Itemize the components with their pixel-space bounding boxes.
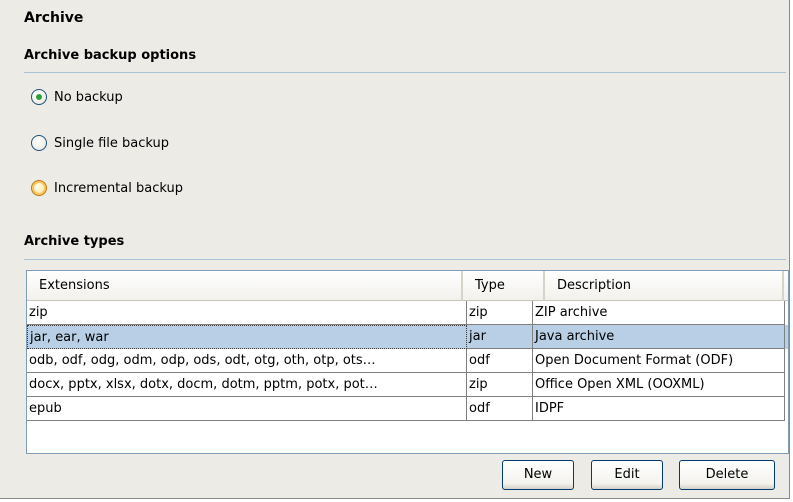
- radio-button-icon[interactable]: [31, 135, 47, 151]
- cell-description[interactable]: Java archive: [533, 325, 785, 349]
- table-row[interactable]: epub odf IDPF: [27, 397, 788, 421]
- cell-extensions[interactable]: odb, odf, odg, odm, odp, ods, odt, otg, …: [27, 349, 467, 373]
- backup-options-heading: Archive backup options: [24, 48, 197, 63]
- radio-incremental-backup[interactable]: Incremental backup: [31, 178, 183, 198]
- cell-type[interactable]: zip: [467, 301, 533, 325]
- cell-type[interactable]: odf: [467, 397, 533, 421]
- radio-no-backup[interactable]: No backup: [31, 87, 123, 107]
- column-header-description[interactable]: Description: [545, 271, 784, 301]
- panel-title: Archive: [24, 10, 84, 26]
- cell-type[interactable]: zip: [467, 373, 533, 397]
- cell-extensions[interactable]: jar, ear, war: [27, 325, 467, 349]
- table-row[interactable]: odb, odf, odg, odm, odp, ods, odt, otg, …: [27, 349, 788, 373]
- cell-description[interactable]: Office Open XML (OOXML): [533, 373, 785, 397]
- new-button[interactable]: New: [502, 460, 574, 490]
- column-header-extensions[interactable]: Extensions: [27, 271, 463, 301]
- radio-button-checked-icon[interactable]: [31, 89, 47, 105]
- delete-button[interactable]: Delete: [679, 460, 775, 490]
- table-row[interactable]: docx, pptx, xlsx, dotx, docm, dotm, pptm…: [27, 373, 788, 397]
- cell-extensions[interactable]: docx, pptx, xlsx, dotx, docm, dotm, pptm…: [27, 373, 467, 397]
- radio-single-file-backup-label: Single file backup: [54, 135, 170, 151]
- radio-button-hover-icon[interactable]: [31, 180, 47, 196]
- archive-types-table[interactable]: Extensions Type Description zip zip ZIP …: [26, 270, 789, 454]
- cell-type[interactable]: odf: [467, 349, 533, 373]
- backup-options-divider: [24, 72, 786, 73]
- column-header-type[interactable]: Type: [463, 271, 545, 301]
- cell-description[interactable]: IDPF: [533, 397, 785, 421]
- cell-extensions[interactable]: zip: [27, 301, 467, 325]
- archive-types-divider: [24, 259, 786, 260]
- radio-single-file-backup[interactable]: Single file backup: [31, 133, 169, 153]
- cell-type[interactable]: jar: [467, 325, 533, 349]
- edit-button[interactable]: Edit: [591, 460, 663, 490]
- table-row[interactable]: zip zip ZIP archive: [27, 301, 788, 325]
- radio-incremental-backup-label: Incremental backup: [54, 180, 183, 196]
- cell-description[interactable]: Open Document Format (ODF): [533, 349, 785, 373]
- table-header: Extensions Type Description: [27, 271, 788, 301]
- archive-types-heading: Archive types: [24, 234, 125, 249]
- cell-description[interactable]: ZIP archive: [533, 301, 785, 325]
- table-row-selected[interactable]: jar, ear, war jar Java archive: [27, 325, 788, 349]
- cell-extensions[interactable]: epub: [27, 397, 467, 421]
- radio-no-backup-label: No backup: [54, 89, 123, 105]
- archive-settings-panel: Archive Archive backup options No backup…: [0, 0, 790, 499]
